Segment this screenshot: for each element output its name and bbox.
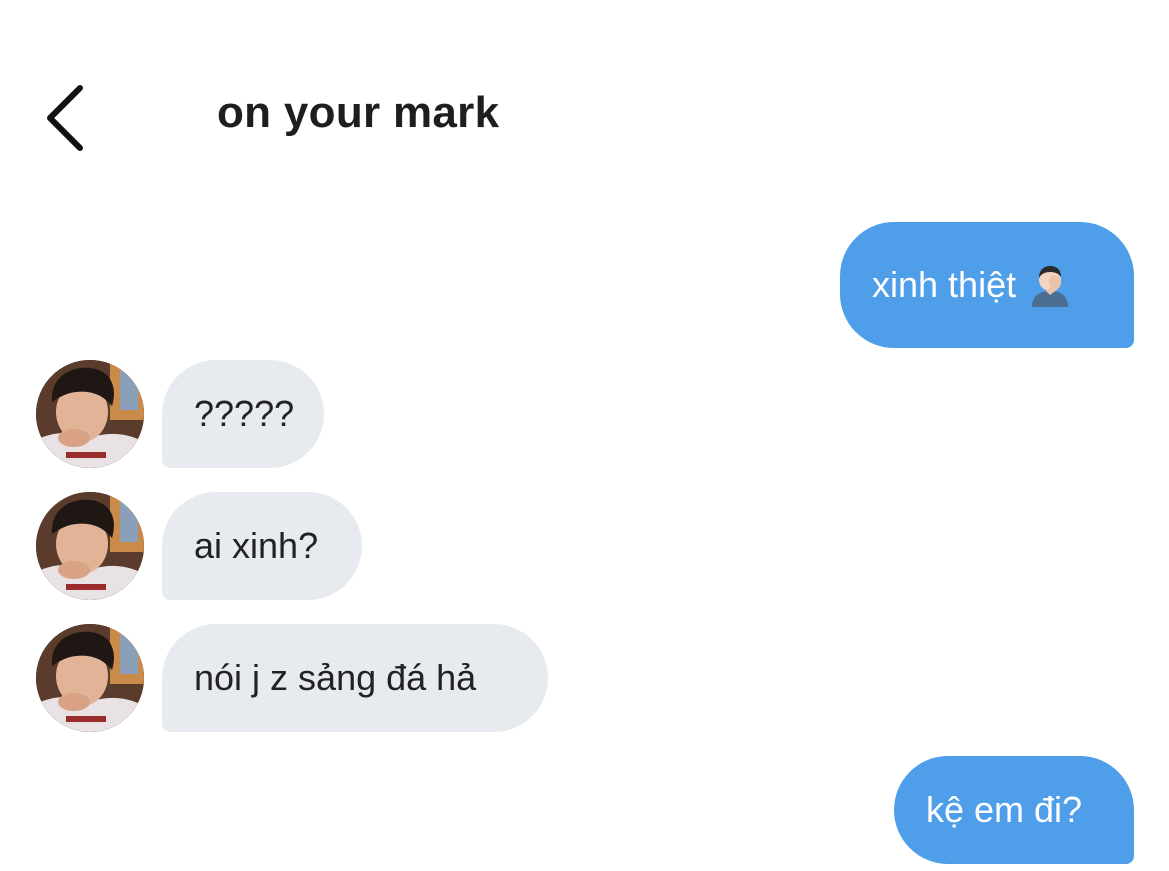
message-text: ?????	[194, 393, 295, 434]
message-thread: xinh thiệt ????? ai xinh? nói j z sảng đ…	[0, 0, 1169, 871]
outgoing-message[interactable]: kệ em đi?	[894, 756, 1134, 864]
outgoing-message[interactable]: xinh thiệt	[840, 222, 1134, 348]
contact-avatar[interactable]	[36, 492, 144, 600]
message-text: ai xinh?	[194, 525, 319, 566]
person-facepalming-icon	[1028, 263, 1072, 307]
contact-avatar[interactable]	[36, 360, 144, 468]
message-text: kệ em đi?	[926, 789, 1083, 830]
incoming-message[interactable]: ?????	[162, 360, 324, 468]
message-text: nói j z sảng đá hả	[194, 657, 477, 698]
message-text: xinh thiệt	[872, 264, 1017, 305]
incoming-message[interactable]: ai xinh?	[162, 492, 362, 600]
incoming-message[interactable]: nói j z sảng đá hả	[162, 624, 548, 732]
contact-avatar[interactable]	[36, 624, 144, 732]
